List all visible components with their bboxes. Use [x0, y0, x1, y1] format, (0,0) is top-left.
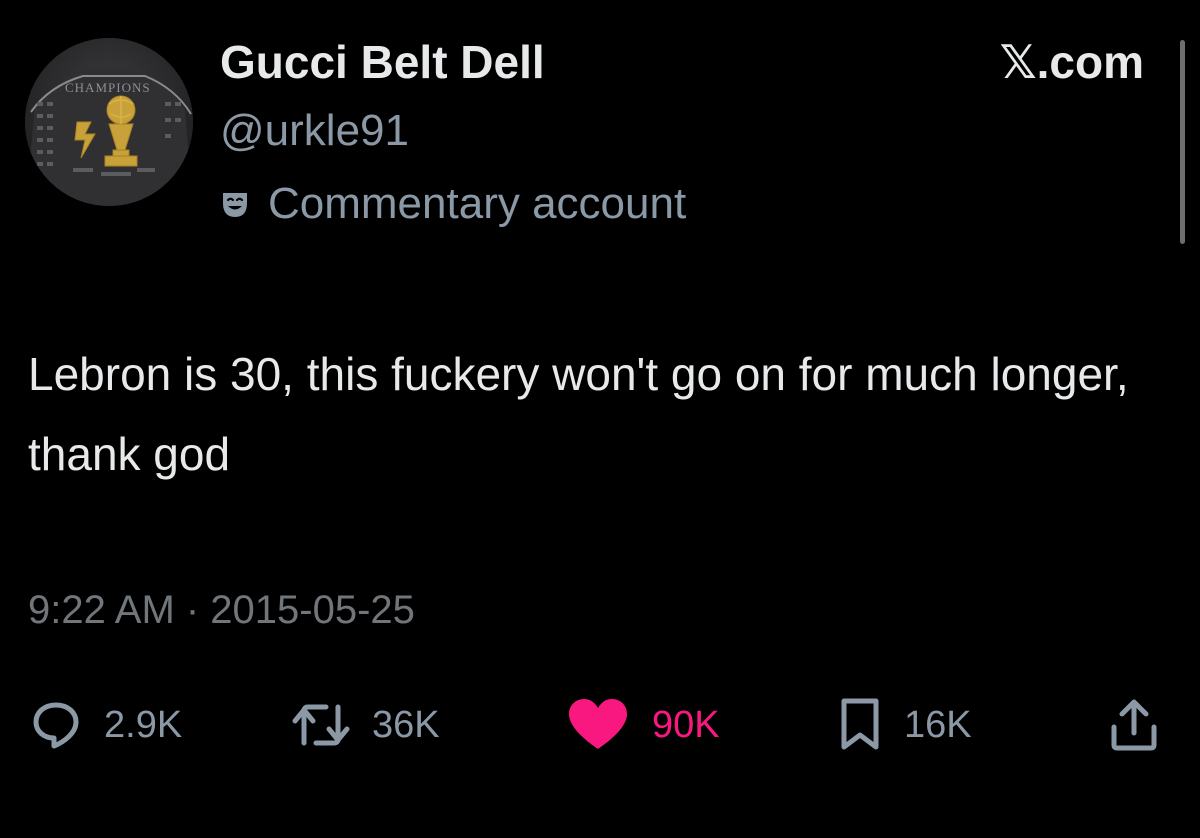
tweet-actions: 2.9K 36K 90K 16K	[0, 690, 1200, 760]
repost-button[interactable]: 36K	[292, 690, 440, 760]
scrollbar-thumb[interactable]	[1180, 40, 1185, 244]
bookmark-count: 16K	[904, 704, 972, 746]
theater-mask-icon	[223, 193, 247, 217]
username-handle[interactable]: @urkle91	[220, 104, 409, 158]
x-com-brand: 𝕏.com	[960, 34, 1144, 90]
like-count: 90K	[652, 704, 720, 746]
display-name[interactable]: Gucci Belt Dell	[220, 34, 545, 90]
tweet-timestamp[interactable]: 9:22 AM · 2015-05-25	[28, 584, 415, 636]
commentary-account-label: Commentary account	[268, 179, 687, 228]
bookmark-button[interactable]: 16K	[838, 690, 972, 760]
share-button[interactable]	[1108, 690, 1160, 760]
championship-tshirt-avatar-image: CHAMPIONS	[25, 38, 193, 206]
reply-icon	[33, 702, 79, 749]
share-icon	[1111, 699, 1157, 751]
svg-text:CHAMPIONS: CHAMPIONS	[65, 80, 151, 95]
commentary-badge: Commentary account	[220, 176, 686, 232]
brand-label: 𝕏.com	[999, 36, 1144, 88]
like-button[interactable]: 90K	[566, 690, 720, 760]
avatar[interactable]: CHAMPIONS	[25, 38, 193, 206]
reply-button[interactable]: 2.9K	[30, 690, 182, 760]
repost-count: 36K	[372, 704, 440, 746]
tweet-text: Lebron is 30, this fuckery won't go on f…	[28, 348, 1129, 480]
heart-icon	[569, 699, 627, 749]
reply-count: 2.9K	[104, 704, 183, 746]
repost-icon	[292, 704, 350, 746]
bookmark-icon	[841, 698, 879, 750]
